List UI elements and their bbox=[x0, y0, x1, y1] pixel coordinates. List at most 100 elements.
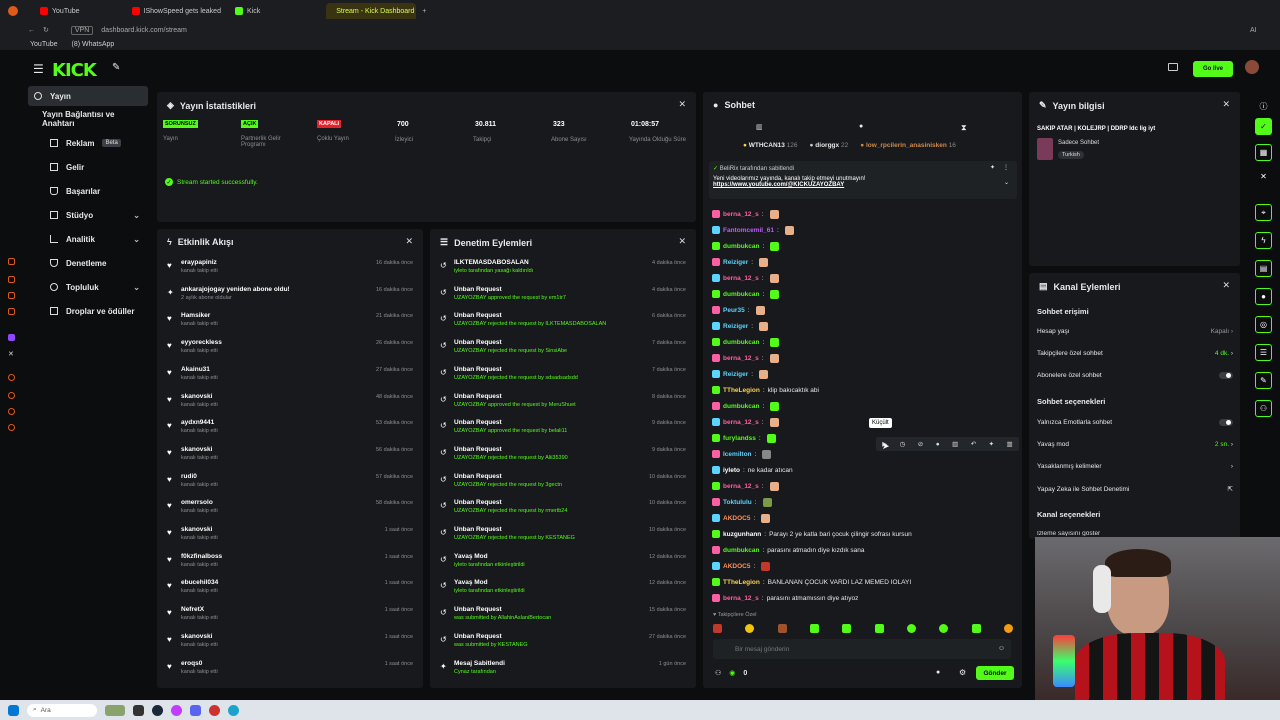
chat-username[interactable]: Reiziger bbox=[723, 371, 748, 378]
chat-message[interactable]: dumbukcan: bbox=[712, 335, 780, 349]
points-display[interactable]: ⚇ ◉ 0 bbox=[715, 669, 747, 678]
gifter-item[interactable]: ● diorggx 22 bbox=[810, 142, 849, 149]
moderation-row[interactable]: ↺ Unban Request was submitted by AllahinAs… bbox=[438, 604, 688, 630]
close-icon[interactable]: ✕ bbox=[1255, 168, 1272, 185]
sidebar-item-studyo[interactable]: Stüdyo ⌄ bbox=[44, 205, 148, 225]
chat-message[interactable]: Reiziger: bbox=[712, 255, 769, 269]
emote-icon[interactable] bbox=[777, 624, 787, 633]
activity-row[interactable]: ♥ skanovski kanalı takip etti 1 saat önce bbox=[165, 524, 415, 550]
chat-username[interactable]: iyleto bbox=[723, 467, 740, 474]
reload-icon[interactable]: ↻ bbox=[43, 26, 49, 34]
app-icon[interactable] bbox=[209, 704, 220, 716]
profile-label[interactable]: AI bbox=[1250, 27, 1257, 34]
chat-message[interactable]: Fantomcemil_61: bbox=[712, 223, 794, 237]
chat-username[interactable]: dumbukcan bbox=[723, 547, 759, 554]
windows-start-icon[interactable] bbox=[8, 704, 19, 716]
edit-icon[interactable]: ✎ bbox=[112, 62, 120, 73]
bolt-icon[interactable]: ϟ bbox=[1255, 232, 1272, 249]
sidebar-item-analitik[interactable]: Analitik ⌄ bbox=[44, 229, 148, 249]
emote-icon[interactable] bbox=[1003, 624, 1013, 633]
close-icon[interactable]: ✕ bbox=[1222, 280, 1230, 291]
moderation-row[interactable]: ↺ Unban Request UZAYOZBAY rejected the req… bbox=[438, 310, 688, 336]
activity-row[interactable]: ♥ Akainu31 kanalı takip etti 27 dakika önce bbox=[165, 364, 415, 390]
activity-row[interactable]: ♥ skanovski kanalı takip etti 56 dakika önc… bbox=[165, 444, 415, 470]
taskbar-search[interactable]: ⌕ Ara bbox=[27, 703, 97, 717]
chat-username[interactable]: TTheLegion bbox=[723, 579, 760, 586]
clock-icon[interactable]: ◷ bbox=[900, 440, 906, 448]
close-icon[interactable]: ✕ bbox=[1222, 99, 1230, 110]
chat-username[interactable]: berna_12_s bbox=[723, 419, 759, 426]
row-followers-only[interactable]: Takipçilere özel sohbet 4 dk. › bbox=[1037, 350, 1233, 357]
side-shortcut-icon[interactable] bbox=[8, 292, 15, 299]
go-live-button[interactable]: Go live bbox=[1193, 61, 1233, 77]
chat-message[interactable]: dumbukcan: parasını atmadın diye kızdık s… bbox=[712, 543, 865, 557]
chat-username[interactable]: furylandss bbox=[723, 435, 756, 442]
chevron-down-icon[interactable]: ⌄ bbox=[1004, 179, 1009, 186]
moderation-row[interactable]: ↺ Yavaş Mod iyleto tarafından etkinleştiri… bbox=[438, 577, 688, 603]
taskbar-app-icon[interactable] bbox=[105, 704, 125, 716]
emote-icon[interactable] bbox=[906, 624, 916, 633]
row-emote-only[interactable]: Yalnızca Emotlarla sohbet bbox=[1037, 419, 1233, 426]
new-tab-button[interactable]: + bbox=[422, 8, 426, 15]
activity-row[interactable]: ✦ ankarajojogay yeniden abone oldu! 2 aylı… bbox=[165, 284, 415, 310]
sidebar-item-topluluk[interactable]: Topluluk ⌄ bbox=[44, 277, 148, 297]
chat-username[interactable]: berna_12_s bbox=[723, 483, 759, 490]
browser-menu-icon[interactable] bbox=[8, 6, 18, 16]
close-icon[interactable]: ✕ bbox=[678, 236, 686, 247]
pin-icon[interactable]: ✦ bbox=[990, 164, 995, 171]
chat-icon[interactable]: ● bbox=[1255, 288, 1272, 305]
chat-username[interactable]: TTheLegion bbox=[723, 387, 760, 394]
gear-icon[interactable]: ⚙ bbox=[959, 668, 966, 677]
url-text[interactable]: dashboard.kick.com/stream bbox=[101, 27, 187, 34]
moderation-row[interactable]: ✦ Mesaj Sabitlendi Cynaz tarafından 1 gün ö… bbox=[438, 658, 688, 684]
chat-username[interactable]: Reiziger bbox=[723, 323, 748, 330]
emote-icon[interactable] bbox=[874, 624, 884, 633]
activity-row[interactable]: ♥ rudi0 kanalı takip etti 57 dakika önce bbox=[165, 471, 415, 497]
bookmark-whatsapp[interactable]: (8) WhatsApp bbox=[72, 41, 115, 48]
chat-username[interactable]: dumbukcan bbox=[723, 403, 759, 410]
side-shortcut-icon[interactable] bbox=[8, 424, 15, 431]
back-icon[interactable]: ← bbox=[28, 27, 35, 34]
sidebar-item-yayin[interactable]: Yayın bbox=[28, 86, 148, 106]
chat-username[interactable]: Fantomcemil_61 bbox=[723, 227, 774, 234]
chat-username[interactable]: Toktululu bbox=[723, 499, 752, 506]
row-slow-mode[interactable]: Yavaş mod 2 sn. › bbox=[1037, 441, 1233, 448]
chat-icon[interactable]: ● bbox=[859, 123, 863, 130]
chat-message[interactable]: iyleto: ne kadar atıcan bbox=[712, 463, 793, 477]
chat-icon[interactable]: ● bbox=[936, 441, 940, 448]
trash-icon[interactable]: ▥ bbox=[756, 123, 763, 131]
emote-icon[interactable] bbox=[745, 624, 755, 633]
edge-icon[interactable] bbox=[228, 704, 239, 716]
browser-icon[interactable] bbox=[171, 704, 182, 716]
row-subscribers-only[interactable]: Abonelere özel sohbet bbox=[1037, 372, 1233, 379]
sidebar-item-denetleme[interactable]: Denetleme bbox=[44, 253, 148, 273]
pin-icon[interactable]: ✦ bbox=[989, 440, 994, 448]
chat-username[interactable]: dumbukcan bbox=[723, 291, 759, 298]
users-icon[interactable]: ⚇ bbox=[1255, 400, 1272, 417]
document-icon[interactable]: ▤ bbox=[1255, 260, 1272, 277]
bookmark-youtube[interactable]: YouTube bbox=[30, 41, 58, 48]
chat-message[interactable]: TTheLegion: BANLANAN ÇOCUK VARDI LAZ MEME… bbox=[712, 575, 911, 589]
chat-message[interactable]: AKDOC5: bbox=[712, 511, 771, 525]
emote-icon[interactable] bbox=[971, 624, 981, 633]
moderation-row[interactable]: ↺ Unban Request UZAYOZBAY rejected the req… bbox=[438, 471, 688, 497]
tab-kick[interactable]: Kick bbox=[229, 3, 266, 19]
more-icon[interactable]: ⋮ bbox=[1003, 164, 1009, 171]
side-shortcut-icon[interactable] bbox=[8, 258, 15, 265]
steam-icon[interactable] bbox=[152, 704, 163, 716]
moderation-row[interactable]: ↺ Unban Request UZAYOZBAY approved the req… bbox=[438, 417, 688, 443]
kick-logo[interactable]: KICK bbox=[52, 60, 97, 81]
activity-row[interactable]: ♥ ebucehil034 kanalı takip etti 1 saat önce bbox=[165, 577, 415, 603]
chat-message[interactable]: dumbukcan: bbox=[712, 399, 780, 413]
chat-settings-icon[interactable]: ● bbox=[936, 669, 940, 676]
activity-row[interactable]: ♥ eraypapiniz kanalı takip etti 16 dakika ö… bbox=[165, 257, 415, 283]
moderation-row[interactable]: ↺ Unban Request UZAYOZBAY rejected the req… bbox=[438, 497, 688, 523]
row-ai-moderation[interactable]: Yapay Zeka ile Sohbet Denetimi ⇱ bbox=[1037, 485, 1233, 494]
pinned-link[interactable]: https://www.youtube.com/@KICKUZAYOZBAY bbox=[713, 182, 1013, 188]
moderation-row[interactable]: ↺ Unban Request UZAYOZBAY approved the req… bbox=[438, 391, 688, 417]
chat-username[interactable]: dumbukcan bbox=[723, 339, 759, 346]
chat-message[interactable]: Reiziger: bbox=[712, 367, 769, 381]
activity-row[interactable]: ♥ Hamsiker kanalı takip etti 21 dakika önce bbox=[165, 310, 415, 336]
emote-icon[interactable] bbox=[842, 624, 852, 633]
chat-username[interactable]: Reiziger bbox=[723, 259, 748, 266]
